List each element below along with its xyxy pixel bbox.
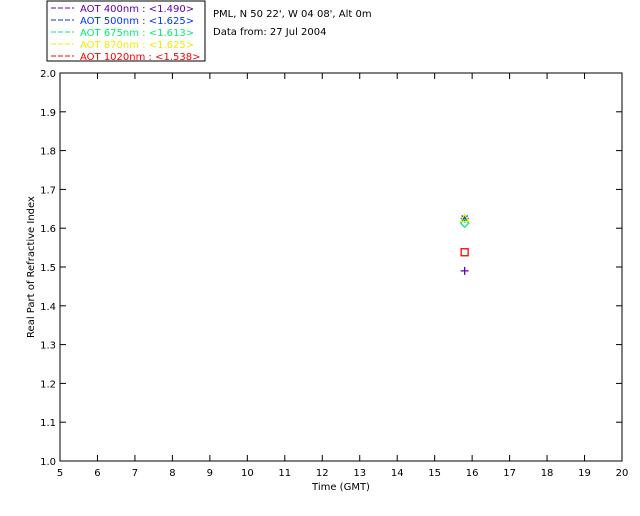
x-tick-label: 10 <box>241 468 254 479</box>
y-axis-label: Real Part of Refractive Index <box>26 196 37 338</box>
y-tick-label: 1.7 <box>40 185 56 196</box>
chart: AOT 400nm : <1.490>AOT 500nm : <1.625>AO… <box>26 0 628 493</box>
y-tick-label: 1.9 <box>40 108 56 119</box>
legend-entry: AOT 675nm : <1.613> <box>80 28 194 39</box>
x-tick-label: 11 <box>278 468 291 479</box>
y-tick-label: 1.2 <box>40 379 56 390</box>
x-tick-label: 17 <box>503 468 516 479</box>
y-tick-label: 1.4 <box>40 302 56 313</box>
legend-entry: AOT 500nm : <1.625> <box>80 16 194 27</box>
x-tick-label: 8 <box>169 468 175 479</box>
x-tick-label: 6 <box>94 468 100 479</box>
x-tick-label: 12 <box>316 468 329 479</box>
x-tick-label: 13 <box>353 468 366 479</box>
x-tick-label: 14 <box>391 468 404 479</box>
x-tick-label: 16 <box>466 468 479 479</box>
y-tick-label: 1.8 <box>40 147 56 158</box>
x-axis-label: Time (GMT) <box>311 482 370 493</box>
x-tick-label: 5 <box>57 468 63 479</box>
legend-entry: AOT 400nm : <1.490> <box>80 4 194 15</box>
point-plus <box>460 266 469 275</box>
y-tick-label: 1.5 <box>40 263 56 274</box>
data-marks <box>459 213 470 275</box>
axes: 5 6 7 8 9 10 11 12 13 14 15 16 17 18 19 20 1.0 1.1 1.2 1.3 1… <box>40 69 628 479</box>
y-tick-label: 2.0 <box>40 69 56 80</box>
legend-entry: AOT 870nm : <1.625> <box>80 40 194 51</box>
y-tick-label: 1.3 <box>40 341 56 352</box>
x-tick-label: 19 <box>578 468 591 479</box>
x-tick-label: 18 <box>541 468 554 479</box>
x-tick-label: 15 <box>428 468 441 479</box>
info-location: PML, N 50 22', W 04 08', Alt 0m <box>213 9 372 20</box>
x-tick-label: 7 <box>132 468 138 479</box>
y-tick-label: 1.1 <box>40 418 56 429</box>
y-tick-label: 1.6 <box>40 224 56 235</box>
plot-area <box>59 72 623 462</box>
legend-entry: AOT 1020nm : <1.538> <box>80 52 200 63</box>
info-date: Data from: 27 Jul 2004 <box>213 27 326 38</box>
point-square <box>460 248 469 257</box>
x-tick-label: 9 <box>207 468 213 479</box>
x-tick-label: 20 <box>616 468 629 479</box>
y-tick-label: 1.0 <box>40 457 56 468</box>
